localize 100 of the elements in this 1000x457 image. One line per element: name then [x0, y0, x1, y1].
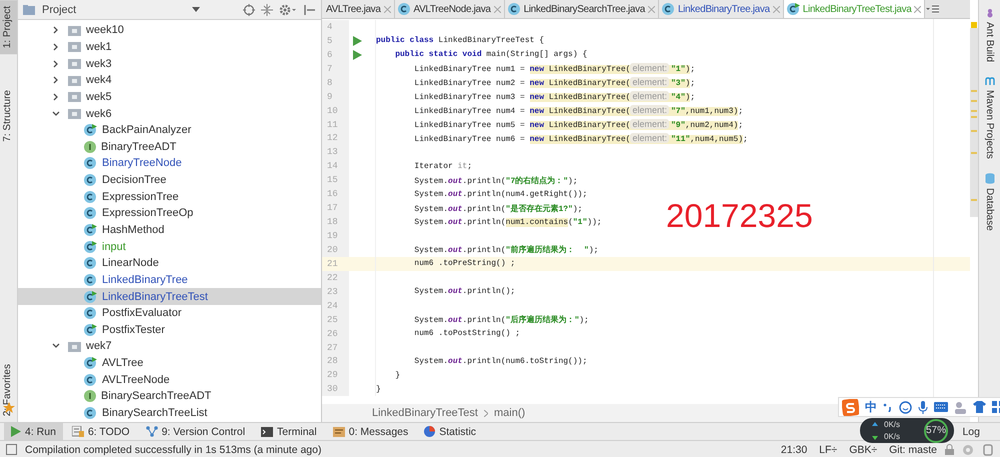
- tool-window-button[interactable]: 0: Messages: [326, 423, 416, 440]
- code-line: Iterator it;: [413, 162, 472, 171]
- line-number: 6: [322, 48, 349, 62]
- folder-icon: [22, 4, 36, 16]
- download-arrow-icon: [872, 434, 878, 440]
- tree-item[interactable]: LinkedBinaryTreeTest: [18, 288, 321, 305]
- event-log-button[interactable]: Log: [962, 426, 980, 438]
- status-item[interactable]: GBK÷: [849, 444, 878, 456]
- code-line: LinkedBinaryTree num1 = new LinkedBinaryTree( element: "1");: [413, 63, 696, 74]
- hide-icon[interactable]: [303, 4, 315, 16]
- line-number: 16: [322, 187, 349, 202]
- line-number: 5: [322, 34, 349, 48]
- shirt-icon[interactable]: [973, 401, 986, 413]
- tree-item[interactable]: BinaryTreeADT: [18, 138, 321, 156]
- tree-item[interactable]: BackPainAnalyzer: [18, 122, 321, 138]
- tree-item[interactable]: LinkedBinaryTree: [18, 272, 321, 288]
- tool-window-tab[interactable]: Maven Projects: [984, 76, 995, 159]
- microphone-icon[interactable]: [918, 400, 928, 414]
- editor-tab[interactable]: AVLTree.java: [322, 0, 395, 18]
- tree-item[interactable]: AVLTree: [18, 354, 321, 372]
- line-number: 19: [322, 229, 349, 243]
- code-line: System.out.println(num6.toString());: [413, 356, 588, 366]
- tree-item[interactable]: wek4: [18, 72, 321, 89]
- interface-icon: [84, 390, 96, 402]
- line-number: 4: [322, 20, 349, 34]
- scrollbar[interactable]: [970, 28, 978, 217]
- folder-icon: [68, 24, 81, 36]
- locate-icon[interactable]: [243, 4, 255, 16]
- panel-title[interactable]: Project: [42, 4, 76, 16]
- terminal-icon: [261, 426, 274, 436]
- panel-toggle-icon[interactable]: [6, 444, 17, 455]
- tool-window-button[interactable]: 9: Version Control: [138, 423, 252, 440]
- line-number: 13: [322, 145, 349, 160]
- tree-item[interactable]: wek6: [18, 105, 321, 122]
- line-number: 18: [322, 215, 349, 230]
- tool-window-button[interactable]: 6: TODO: [64, 423, 137, 440]
- tree-item[interactable]: PostfixTester: [18, 322, 321, 338]
- smiley-icon[interactable]: [899, 400, 912, 414]
- tree-item[interactable]: LinearNode: [18, 254, 321, 272]
- tree-item[interactable]: wek1: [18, 38, 321, 56]
- line-number: 8: [322, 76, 349, 90]
- status-item[interactable]: Git: maste: [889, 444, 937, 456]
- run-icon[interactable]: [353, 36, 362, 46]
- tree-item[interactable]: wek3: [18, 55, 321, 72]
- tab-list-icon[interactable]: [926, 4, 940, 14]
- breadcrumb-item[interactable]: main(): [494, 407, 526, 419]
- tree-item[interactable]: AVLTreeNode: [18, 371, 321, 388]
- code-line: System.out.println();: [413, 287, 516, 296]
- tool-window-tab[interactable]: Database: [984, 172, 995, 231]
- tool-window-button[interactable]: Statistic: [417, 423, 484, 440]
- punctuation-icon[interactable]: [883, 402, 893, 412]
- code-line: }: [394, 370, 400, 380]
- lock-icon[interactable]: [945, 444, 954, 455]
- code-line: LinkedBinaryTree num4 = new LinkedBinaryTree( element: "7",num1,num3);: [413, 105, 744, 116]
- close-icon[interactable]: [914, 6, 922, 12]
- tree-item[interactable]: ExpressionTree: [18, 188, 321, 206]
- tool-window-tab[interactable]: 1: Project: [0, 0, 17, 54]
- editor-tab[interactable]: LinkedBinaryTreeTest.java: [784, 0, 926, 18]
- tree-item[interactable]: BinarySearchTreeADT: [18, 388, 321, 405]
- keyboard-icon[interactable]: [934, 402, 948, 412]
- class-icon: [84, 374, 97, 386]
- status-item[interactable]: 21:30: [780, 444, 808, 456]
- tool-window-tab[interactable]: 7: Structure: [0, 84, 17, 148]
- settings-icon[interactable]: [279, 4, 297, 16]
- folder-icon: [68, 340, 81, 352]
- breadcrumb-item[interactable]: LinkedBinaryTreeTest: [372, 407, 478, 419]
- tree-item[interactable]: wek7: [18, 338, 321, 355]
- editor-tab[interactable]: LinkedBinarySearchTree.java: [504, 0, 659, 18]
- tool-window-button[interactable]: Terminal: [254, 423, 324, 440]
- tree-item[interactable]: week10: [18, 22, 321, 39]
- database-icon: [984, 172, 994, 184]
- chevron-icon[interactable]: [52, 342, 60, 350]
- tree-item[interactable]: PostfixEvaluator: [18, 304, 321, 322]
- tool-window-button[interactable]: 4: Run: [4, 423, 63, 440]
- collapse-icon[interactable]: [261, 4, 273, 16]
- editor-tab[interactable]: LinkedBinaryTree.java: [658, 0, 784, 18]
- class-icon: [84, 157, 97, 170]
- status-item[interactable]: LF÷: [819, 444, 838, 456]
- tree-item[interactable]: DecisionTree: [18, 172, 321, 188]
- dropdown-caret-icon[interactable]: [192, 6, 200, 12]
- input-mode-toggle[interactable]: 中: [865, 398, 877, 416]
- code-line: LinkedBinaryTree num6 = new LinkedBinaryTree( element: "11",num4,num5);: [413, 132, 748, 144]
- line-number: 26: [322, 326, 349, 341]
- download-rate: 0K/s: [884, 432, 900, 441]
- tree-item[interactable]: ExpressionTreeOp: [18, 205, 321, 222]
- editor-tab[interactable]: AVLTreeNode.java: [394, 0, 505, 18]
- tool-window-tab[interactable]: Ant Build: [984, 8, 995, 62]
- tree-item[interactable]: HashMethod: [18, 222, 321, 238]
- sogou-logo-icon[interactable]: [842, 398, 859, 416]
- tree-item[interactable]: BinaryTreeNode: [18, 155, 321, 172]
- class-icon: [662, 3, 675, 15]
- tree-item[interactable]: BinarySearchTreeList: [18, 404, 321, 422]
- line-number: 10: [322, 104, 349, 118]
- tree-item[interactable]: wek5: [18, 88, 321, 106]
- tree-item[interactable]: input: [18, 238, 321, 255]
- line-number: 9: [322, 90, 349, 104]
- user-icon[interactable]: [954, 400, 967, 414]
- code-line: LinkedBinaryTree num3 = new LinkedBinaryTree( element: "4");: [413, 91, 696, 102]
- memory-icon[interactable]: [982, 444, 994, 456]
- run-icon[interactable]: [353, 50, 362, 60]
